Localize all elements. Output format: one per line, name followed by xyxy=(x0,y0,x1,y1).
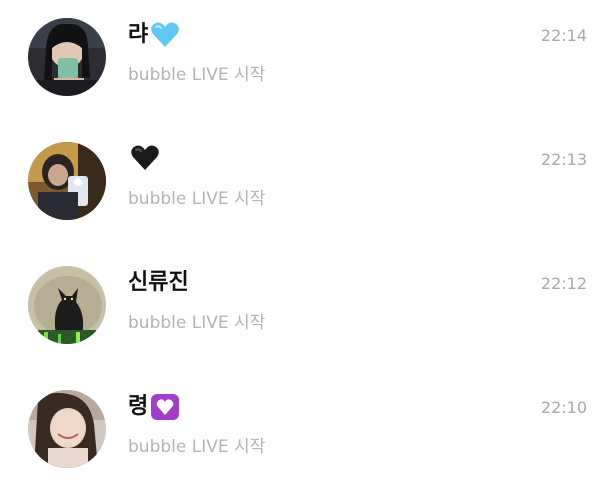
contact-name: 신류진 xyxy=(128,268,189,298)
timestamp: 22:10 xyxy=(540,398,587,417)
avatar[interactable] xyxy=(28,266,106,344)
timestamp: 22:12 xyxy=(540,274,587,293)
message-list: 랴 bubble LIVE 시작 22:14 bubble LIVE 시작 22… xyxy=(0,0,614,482)
contact-name-text: 령 xyxy=(128,394,149,419)
heart-decoration-icon xyxy=(150,393,180,421)
contact-name-text: 신류진 xyxy=(128,270,189,295)
contact-name xyxy=(128,144,160,172)
avatar[interactable] xyxy=(28,142,106,220)
timestamp: 22:13 xyxy=(540,150,587,169)
message-preview: bubble LIVE 시작 xyxy=(128,189,266,209)
list-item[interactable]: bubble LIVE 시작 22:13 xyxy=(0,142,614,242)
light-blue-heart-icon xyxy=(150,21,180,49)
contact-name-text: 랴 xyxy=(128,22,149,47)
message-preview: bubble LIVE 시작 xyxy=(128,65,266,85)
contact-name: 령 xyxy=(128,392,180,422)
black-heart-icon xyxy=(130,144,160,172)
message-preview: bubble LIVE 시작 xyxy=(128,437,266,457)
list-item[interactable]: 랴 bubble LIVE 시작 22:14 xyxy=(0,18,614,118)
contact-name: 랴 xyxy=(128,20,180,50)
timestamp: 22:14 xyxy=(540,26,587,45)
avatar[interactable] xyxy=(28,390,106,468)
list-item[interactable]: 신류진 bubble LIVE 시작 22:12 xyxy=(0,266,614,366)
avatar[interactable] xyxy=(28,18,106,96)
message-preview: bubble LIVE 시작 xyxy=(128,313,266,333)
list-item[interactable]: 령 bubble LIVE 시작 22:10 xyxy=(0,390,614,490)
